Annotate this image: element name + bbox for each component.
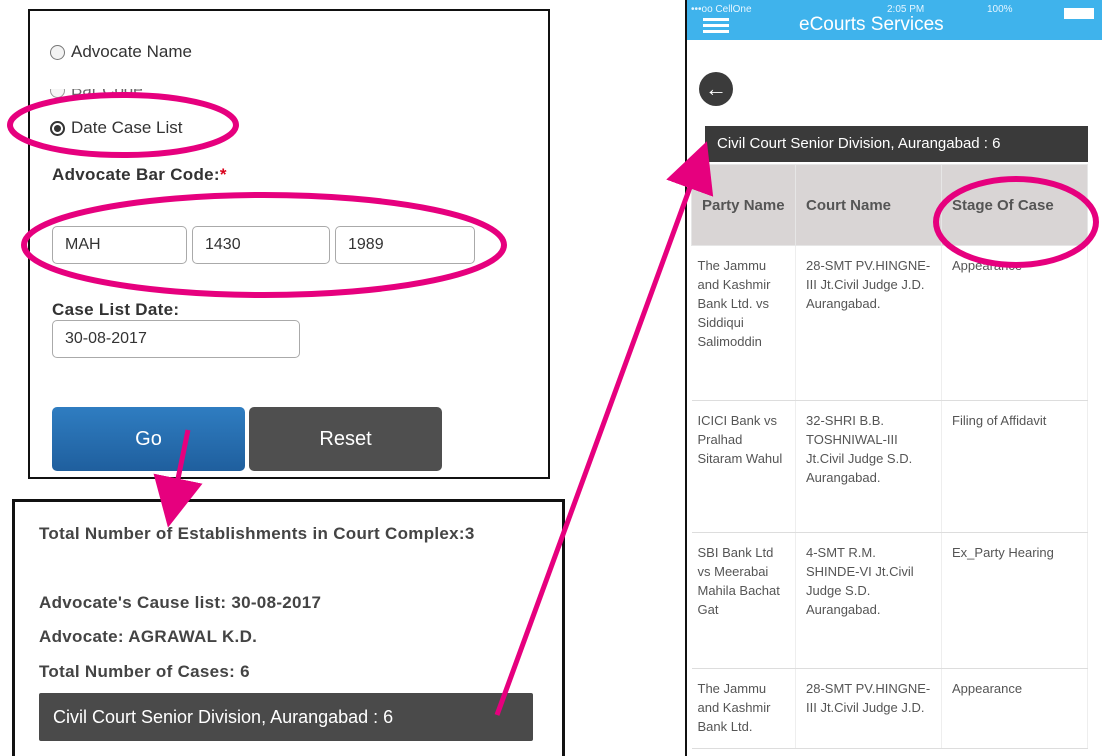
- bar-code-label: Advocate Bar Code:*: [52, 165, 227, 185]
- establishments-count: Total Number of Establishments in Court …: [39, 524, 475, 543]
- court-cell: 4-SMT R.M. SHINDE-VI Jt.Civil Judge S.D.…: [795, 532, 942, 669]
- case-list-date-input[interactable]: 30-08-2017: [52, 320, 300, 358]
- search-form-panel: Advocate Name Bar Code Date Case List Ad…: [28, 9, 550, 479]
- party-cell: SBI Bank Ltd vs Meerabai Mahila Bachat G…: [691, 532, 796, 669]
- cases-table: Party Name Court Name Stage Of Case The …: [691, 164, 1088, 749]
- radio-advocate-name[interactable]: Advocate Name: [50, 42, 192, 62]
- table-row[interactable]: ICICI Bank vs Pralhad Sitaram Wahul 32-S…: [691, 400, 1088, 533]
- bar-code-year-input[interactable]: 1989: [335, 226, 475, 264]
- status-bar: •••oo CellOne 2:05 PM 100% eCourts Servi…: [687, 0, 1102, 40]
- bar-code-state-input[interactable]: MAH: [52, 226, 187, 264]
- column-header-party: Party Name: [691, 164, 796, 246]
- court-cell: 32-SHRI B.B. TOSHNIWAL-III Jt.Civil Judg…: [795, 400, 942, 533]
- radio-bar-code[interactable]: Bar Code: [50, 80, 143, 100]
- table-row[interactable]: The Jammu and Kashmir Bank Ltd. vs Siddi…: [691, 245, 1088, 401]
- hamburger-menu-icon[interactable]: [703, 18, 729, 33]
- stage-cell: Appearance: [941, 245, 1088, 401]
- carrier-text: •••oo CellOne: [691, 4, 752, 15]
- court-cell: 28-SMT PV.HINGNE-III Jt.Civil Judge J.D.: [795, 668, 942, 749]
- stage-cell: Appearance: [941, 668, 1088, 749]
- panel-top-border: [30, 9, 548, 11]
- radio-icon[interactable]: [50, 44, 65, 60]
- battery-icon: [1064, 8, 1094, 19]
- required-mark: *: [219, 165, 227, 184]
- court-header: Civil Court Senior Division, Aurangabad …: [705, 126, 1088, 162]
- go-button[interactable]: Go: [52, 407, 245, 471]
- radio-label: Bar Code: [71, 80, 143, 99]
- reset-button[interactable]: Reset: [249, 407, 442, 471]
- advocate-name: Advocate: AGRAWAL K.D.: [39, 627, 258, 646]
- court-list-item[interactable]: Civil Court Senior Division, Aurangabad …: [39, 693, 533, 741]
- radio-selected-icon[interactable]: [50, 120, 65, 136]
- table-header-row: Party Name Court Name Stage Of Case: [691, 164, 1088, 246]
- app-title: eCourts Services: [799, 14, 944, 35]
- table-row[interactable]: SBI Bank Ltd vs Meerabai Mahila Bachat G…: [691, 532, 1088, 669]
- radio-label: Advocate Name: [71, 42, 192, 61]
- radio-icon[interactable]: [50, 89, 65, 98]
- court-cell: 28-SMT PV.HINGNE-III Jt.Civil Judge J.D.…: [795, 245, 942, 401]
- column-header-court: Court Name: [795, 164, 942, 246]
- radio-date-case-list[interactable]: Date Case List: [50, 118, 183, 138]
- party-cell: The Jammu and Kashmir Bank Ltd.: [691, 668, 796, 749]
- summary-panel: Total Number of Establishments in Court …: [12, 499, 565, 756]
- bar-code-label-text: Advocate Bar Code:: [52, 165, 220, 184]
- party-cell: ICICI Bank vs Pralhad Sitaram Wahul: [691, 400, 796, 533]
- battery-percent: 100%: [987, 4, 1013, 15]
- total-cases: Total Number of Cases: 6: [39, 662, 250, 681]
- table-row[interactable]: The Jammu and Kashmir Bank Ltd. 28-SMT P…: [691, 668, 1088, 749]
- phone-results-panel: •••oo CellOne 2:05 PM 100% eCourts Servi…: [685, 0, 1102, 756]
- party-cell: The Jammu and Kashmir Bank Ltd. vs Siddi…: [691, 245, 796, 401]
- case-list-date-label: Case List Date:: [52, 300, 180, 319]
- bar-code-number-input[interactable]: 1430: [192, 226, 330, 264]
- stage-cell: Ex_Party Hearing: [941, 532, 1088, 669]
- arrow-left-icon[interactable]: ←: [699, 72, 733, 106]
- radio-label: Date Case List: [71, 118, 183, 137]
- column-header-stage: Stage Of Case: [941, 164, 1088, 246]
- stage-cell: Filing of Affidavit: [941, 400, 1088, 533]
- cause-list-date: Advocate's Cause list: 30-08-2017: [39, 593, 322, 612]
